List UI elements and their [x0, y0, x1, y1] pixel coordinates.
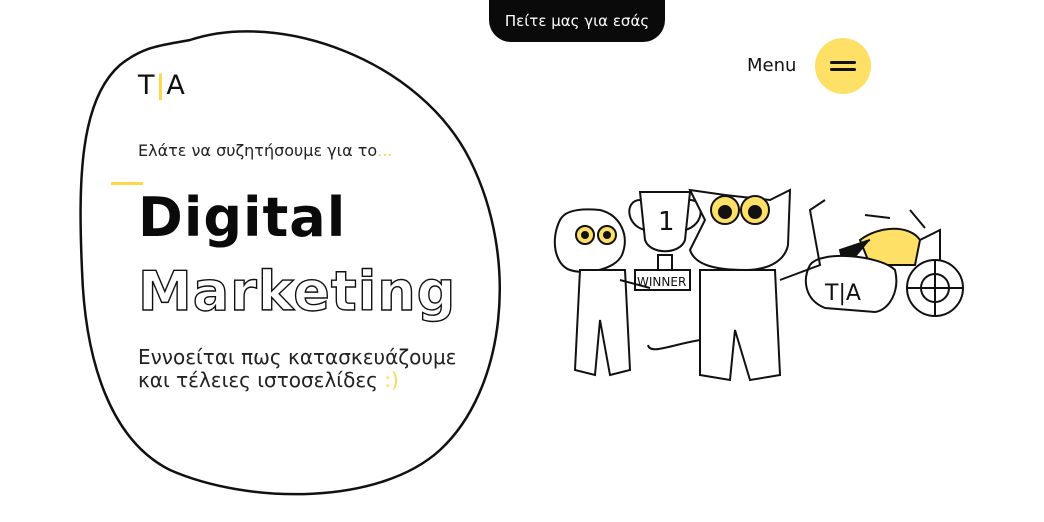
hero-title-line2: Marketing: [137, 259, 457, 323]
logo-letter-t: T: [138, 70, 156, 101]
menu-button[interactable]: [815, 38, 871, 94]
desc-line2: και τέλειες ιστοσελίδες: [138, 368, 378, 392]
tagline-text: Ελάτε να συζητήσουμε για το: [138, 141, 378, 160]
logo-letter-a: A: [166, 70, 186, 101]
sidecar-logo: T|A: [824, 281, 861, 306]
dog-illustration: [553, 208, 651, 377]
tagline-dots: ...: [377, 141, 393, 160]
hero-tagline: Ελάτε να συζητήσουμε για το...: [138, 141, 392, 160]
trophy-number: 1: [658, 207, 675, 237]
desc-line1: Εννοείται πως κατασκευάζουμε: [138, 345, 457, 369]
hero-description: Εννοείται πως κατασκευάζουμε και τέλειες…: [138, 346, 456, 392]
site-logo[interactable]: T|A: [138, 70, 186, 101]
hamburger-icon-line: [830, 68, 856, 71]
trophy-illustration: 1 WINNER: [628, 191, 702, 291]
mascots-illustration: T|A 1 WINNER: [553, 188, 964, 382]
logo-bar: |: [155, 70, 167, 101]
menu-label[interactable]: Menu: [747, 55, 796, 76]
hero-title-line1: Digital: [138, 186, 347, 249]
accent-line: [111, 182, 143, 185]
smile-emoticon: :): [384, 368, 399, 392]
hamburger-icon: [830, 61, 856, 64]
